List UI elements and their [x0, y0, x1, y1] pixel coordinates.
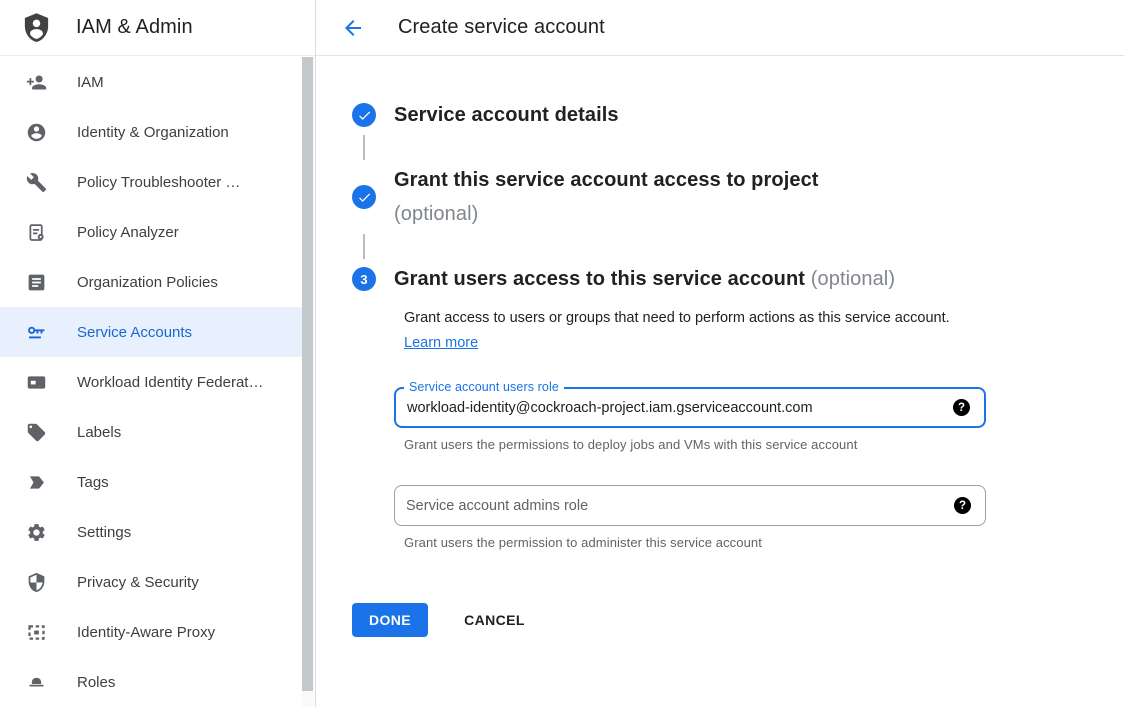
sidebar-item-service-accounts[interactable]: Service Accounts — [0, 307, 303, 357]
sidebar-item-label: Settings — [77, 524, 131, 541]
step-2-title: Grant this service account access to pro… — [394, 163, 819, 231]
sidebar-item-settings[interactable]: Settings — [0, 507, 303, 557]
users-role-help-icon[interactable]: ? — [953, 399, 970, 416]
sidebar-item-label: Organization Policies — [77, 274, 218, 291]
sidebar-item-policy-analyzer[interactable]: Policy Analyzer — [0, 207, 303, 257]
step-2-grant-access-to-project[interactable]: Grant this service account access to pro… — [352, 163, 1124, 231]
sidebar-item-organization-policies[interactable]: Organization Policies — [0, 257, 303, 307]
step-connector — [363, 234, 365, 259]
key-icon — [24, 320, 48, 344]
admins-role-help-icon[interactable]: ? — [954, 497, 971, 514]
step-3-grant-users-access: 3 Grant users access to this service acc… — [352, 262, 1124, 296]
admins-role-input[interactable] — [395, 498, 954, 514]
step-1-title: Service account details — [394, 98, 619, 132]
step-3-number-badge: 3 — [352, 267, 376, 291]
step-1-service-account-details[interactable]: Service account details — [352, 98, 1124, 132]
sidebar-item-label: Service Accounts — [77, 324, 192, 341]
sidebar-item-labels[interactable]: Labels — [0, 407, 303, 457]
sidebar-item-roles[interactable]: Roles — [0, 657, 303, 707]
step-3-optional-tag: (optional) — [811, 268, 895, 290]
sidebar-item-label: Workload Identity Federat… — [77, 374, 263, 391]
sidebar-header: IAM & Admin — [0, 0, 315, 56]
sidebar-nav: IAM Identity & Organization Policy Troub… — [0, 57, 303, 707]
step-3-description: Grant access to users or groups that nee… — [404, 306, 956, 356]
person-add-icon — [24, 70, 48, 94]
page-title: Create service account — [398, 16, 605, 39]
cancel-button[interactable]: CANCEL — [464, 612, 525, 628]
sidebar-item-tags[interactable]: Tags — [0, 457, 303, 507]
users-role-input[interactable] — [396, 400, 953, 416]
sidebar-item-label: Identity & Organization — [77, 124, 229, 141]
account-circle-icon — [24, 120, 48, 144]
step-1-check-icon — [352, 103, 376, 127]
users-role-field-label: Service account users role — [404, 380, 564, 394]
sidebar-item-label: Identity-Aware Proxy — [77, 624, 215, 641]
tag-icon — [24, 420, 48, 444]
service-account-users-role-field: Service account users role ? — [394, 387, 986, 428]
doc-gear-icon — [24, 220, 48, 244]
step-3-title: Grant users access to this service accou… — [394, 262, 895, 296]
dashed-box-icon — [24, 620, 48, 644]
article-icon — [24, 270, 48, 294]
sidebar-item-iam[interactable]: IAM — [0, 57, 303, 107]
gear-icon — [24, 520, 48, 544]
sidebar-item-label: Privacy & Security — [77, 574, 199, 591]
done-button[interactable]: DONE — [352, 603, 428, 637]
step-2-check-icon — [352, 185, 376, 209]
sidebar-item-privacy-security[interactable]: Privacy & Security — [0, 557, 303, 607]
label-arrow-icon — [24, 470, 48, 494]
sidebar-item-label: Tags — [77, 474, 109, 491]
sidebar-scrollbar-thumb[interactable] — [302, 57, 313, 691]
sidebar-item-label: Policy Analyzer — [77, 224, 179, 241]
page-topbar: Create service account — [316, 0, 1124, 56]
step-2-optional-tag: (optional) — [394, 197, 819, 231]
badge-card-icon — [24, 370, 48, 394]
shield-half-icon — [24, 570, 48, 594]
wizard-content: Service account details Grant this servi… — [316, 56, 1124, 637]
admins-role-helper-text: Grant users the permission to administer… — [404, 535, 1124, 550]
sidebar-item-policy-troubleshooter[interactable]: Policy Troubleshooter … — [0, 157, 303, 207]
gcp-console-page: IAM & Admin IAM Identity & Organization — [0, 0, 1124, 707]
learn-more-link[interactable]: Learn more — [404, 335, 478, 351]
step-3-body: Grant access to users or groups that nee… — [404, 306, 1124, 356]
service-account-admins-role-field: ? — [394, 485, 986, 526]
wizard-actions: DONE CANCEL — [352, 603, 1124, 637]
users-role-helper-text: Grant users the permissions to deploy jo… — [404, 437, 1124, 452]
sidebar-item-identity-organization[interactable]: Identity & Organization — [0, 107, 303, 157]
sidebar-item-label: Labels — [77, 424, 121, 441]
sidebar-item-identity-aware-proxy[interactable]: Identity-Aware Proxy — [0, 607, 303, 657]
wrench-icon — [24, 170, 48, 194]
sidebar-item-label: IAM — [77, 74, 104, 91]
hat-icon — [24, 670, 48, 694]
iam-admin-sidebar: IAM & Admin IAM Identity & Organization — [0, 0, 316, 707]
step-connector — [363, 135, 365, 160]
main-panel: Create service account Service account d… — [316, 0, 1124, 707]
sidebar-item-workload-identity-federation[interactable]: Workload Identity Federat… — [0, 357, 303, 407]
sidebar-item-label: Policy Troubleshooter … — [77, 174, 240, 191]
sidebar-scrollbar-track — [302, 57, 314, 707]
back-arrow-icon[interactable] — [341, 16, 365, 40]
sidebar-item-label: Roles — [77, 674, 115, 691]
iam-shield-person-icon — [20, 12, 52, 44]
sidebar-product-title: IAM & Admin — [76, 16, 193, 39]
